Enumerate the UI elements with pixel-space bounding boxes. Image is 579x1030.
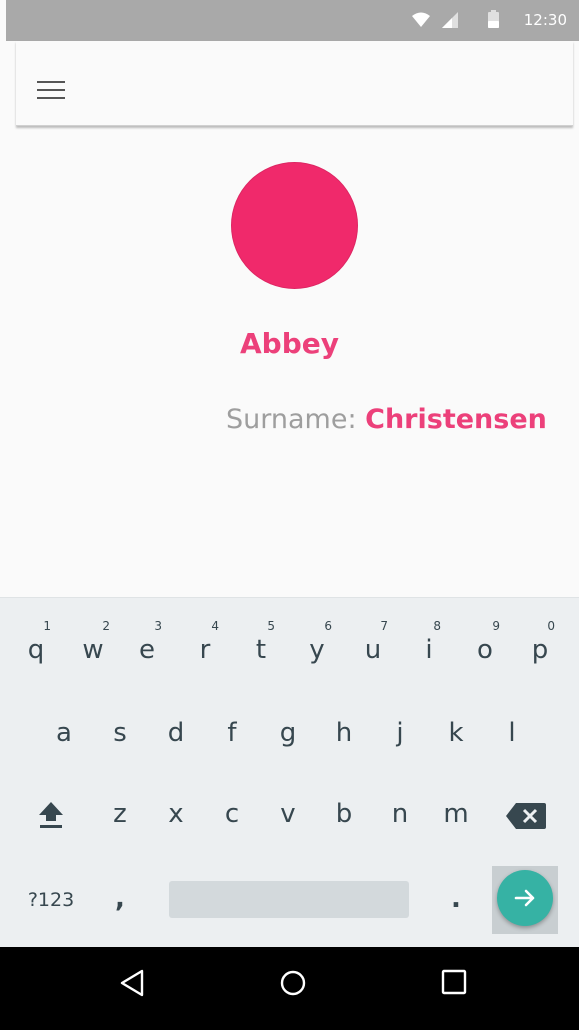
backspace-icon	[506, 803, 546, 833]
key-hint: 8	[433, 619, 441, 633]
key-letter: m	[443, 799, 469, 829]
home-icon[interactable]	[279, 969, 307, 1002]
key-letter: h	[335, 718, 353, 748]
key-x[interactable]: x	[162, 799, 190, 829]
key-letter: .	[451, 884, 461, 914]
wifi-icon	[412, 12, 430, 33]
key-letter: t	[255, 635, 267, 665]
key-letter: r	[199, 635, 211, 665]
key-s[interactable]: s	[106, 718, 134, 748]
key-letter: i	[425, 635, 433, 665]
key-o[interactable]: o9	[472, 619, 500, 665]
key-letter: p	[531, 635, 549, 665]
symbols-key[interactable]: ?123	[20, 889, 82, 911]
key-letter: n	[391, 799, 409, 829]
key-t[interactable]: t5	[249, 619, 275, 665]
key-letter: d	[167, 718, 185, 748]
key-f[interactable]: f	[218, 718, 246, 748]
key-letter: l	[508, 718, 516, 748]
shift-key[interactable]	[37, 801, 65, 833]
key-letter: u	[364, 635, 382, 665]
period-key[interactable]: .	[444, 884, 468, 914]
key-p[interactable]: p0	[527, 619, 555, 665]
key-hint: 5	[267, 619, 275, 633]
surname-row: Surname: Christensen	[226, 404, 547, 435]
key-letter: a	[56, 718, 72, 748]
key-j[interactable]: j	[386, 718, 414, 748]
comma-key[interactable]: ,	[108, 884, 132, 914]
key-letter: s	[113, 718, 127, 748]
key-letter: g	[279, 718, 297, 748]
key-letter: y	[309, 635, 325, 665]
key-letter: f	[227, 718, 237, 748]
shift-icon	[38, 802, 64, 833]
recents-icon[interactable]	[441, 969, 467, 1000]
status-bar: 12:30	[6, 0, 579, 41]
key-letter: k	[448, 718, 464, 748]
surname-value: Christensen	[365, 404, 547, 435]
surname-label: Surname:	[226, 404, 366, 435]
key-hint: 4	[211, 619, 219, 633]
key-hint: 3	[154, 619, 162, 633]
space-bar[interactable]	[169, 881, 409, 918]
key-letter: ,	[115, 884, 125, 914]
key-h[interactable]: h	[330, 718, 358, 748]
key-hint: 7	[380, 619, 388, 633]
profile-name: Abbey	[240, 327, 339, 360]
key-n[interactable]: n	[386, 799, 414, 829]
soft-keyboard: q1 w2 e3 r4 t5 y6 u7 i8 o9 p0 a s d f g …	[0, 597, 579, 948]
key-hint: 1	[43, 619, 51, 633]
key-letter: j	[396, 718, 404, 748]
key-hint: 9	[492, 619, 500, 633]
key-z[interactable]: z	[106, 799, 134, 829]
navigation-bar	[0, 947, 579, 1030]
key-letter: c	[224, 799, 240, 829]
key-letter: w	[82, 635, 104, 665]
key-w[interactable]: w2	[78, 619, 110, 665]
key-hint: 6	[324, 619, 332, 633]
app-bar	[16, 41, 573, 126]
key-l[interactable]: l	[498, 718, 526, 748]
key-k[interactable]: k	[442, 718, 470, 748]
key-letter: b	[335, 799, 353, 829]
screen: 12:30 Abbey Surname: Christensen q1 w2 e…	[0, 0, 579, 1030]
key-b[interactable]: b	[330, 799, 358, 829]
hamburger-menu-icon[interactable]	[37, 81, 65, 101]
key-hint: 0	[547, 619, 555, 633]
avatar[interactable]	[231, 162, 358, 289]
signal-icon	[442, 12, 458, 33]
key-i[interactable]: i8	[419, 619, 441, 665]
battery-icon	[488, 10, 499, 33]
key-letter: q	[27, 635, 45, 665]
status-time: 12:30	[523, 11, 567, 29]
key-r[interactable]: r4	[193, 619, 219, 665]
key-y[interactable]: y6	[304, 619, 332, 665]
back-icon[interactable]	[120, 969, 144, 1002]
key-letter: v	[280, 799, 296, 829]
key-letter: x	[168, 799, 184, 829]
key-m[interactable]: m	[440, 799, 472, 829]
key-letter: z	[113, 799, 127, 829]
key-letter: o	[477, 635, 493, 665]
symbols-label: ?123	[27, 889, 75, 911]
key-e[interactable]: e3	[134, 619, 162, 665]
enter-button[interactable]	[497, 870, 553, 926]
arrow-right-icon	[513, 886, 537, 915]
key-hint: 2	[102, 619, 110, 633]
key-g[interactable]: g	[274, 718, 302, 748]
key-v[interactable]: v	[274, 799, 302, 829]
key-a[interactable]: a	[50, 718, 78, 748]
key-letter: e	[139, 635, 155, 665]
backspace-key[interactable]	[506, 803, 546, 833]
key-d[interactable]: d	[162, 718, 190, 748]
enter-key-area	[492, 866, 558, 934]
key-q[interactable]: q1	[23, 619, 51, 665]
key-u[interactable]: u7	[360, 619, 388, 665]
key-c[interactable]: c	[218, 799, 246, 829]
